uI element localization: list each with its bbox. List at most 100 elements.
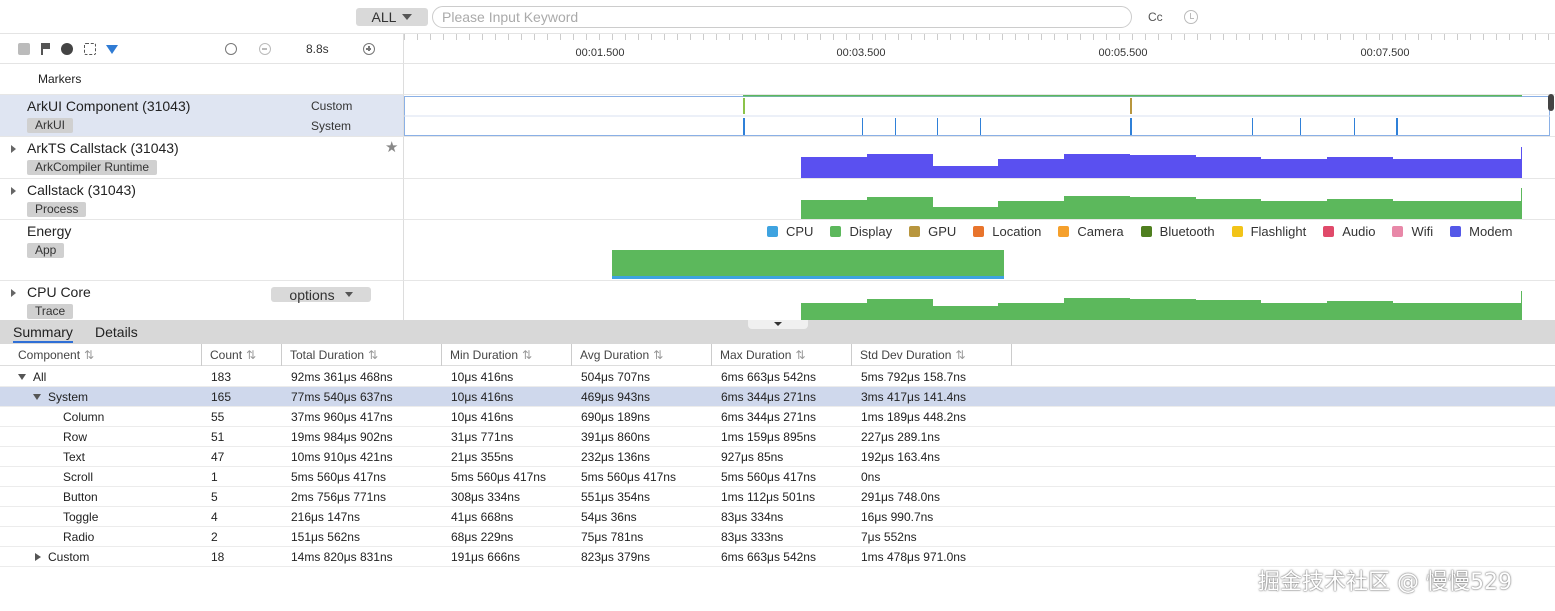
collapse-arrow-icon[interactable] — [18, 374, 26, 380]
ruler-minor-tick — [521, 34, 522, 40]
ruler-tick-label: 00:05.500 — [1098, 47, 1148, 59]
cell-count: 165 — [211, 390, 232, 404]
ruler-minor-tick — [1093, 34, 1094, 40]
arkts-lane-header[interactable]: ArkTS Callstack (31043) ArkCompiler Runt… — [0, 137, 404, 179]
expand-arrow-icon[interactable] — [11, 145, 16, 153]
column-header-label: Std Dev Duration — [860, 348, 952, 362]
expand-arrow-icon[interactable] — [35, 553, 41, 561]
energy-lane-header[interactable]: Energy App — [0, 220, 404, 281]
cell-count: 4 — [211, 510, 218, 524]
callstack-lane[interactable] — [404, 179, 1555, 220]
cell-count: 2 — [211, 530, 218, 544]
vertical-scrollbar[interactable] — [1548, 94, 1554, 111]
cell-max: 6ms 663μs 542ns — [721, 370, 816, 384]
ruler-minor-tick — [1457, 34, 1458, 40]
ruler-minor-tick — [690, 34, 691, 40]
sort-icon[interactable]: ⇅ — [955, 348, 965, 362]
cpu-lane[interactable] — [404, 281, 1555, 320]
scope-select[interactable]: ALL — [356, 8, 428, 26]
zoom-out-icon[interactable] — [259, 43, 271, 55]
expand-arrow-icon[interactable] — [11, 187, 16, 195]
ruler-minor-tick — [1132, 34, 1133, 40]
scope-select-label: ALL — [371, 9, 397, 25]
match-case-button[interactable]: Cc — [1148, 10, 1163, 24]
sort-icon[interactable]: ⇅ — [246, 348, 256, 362]
table-row-all[interactable]: All 183 92ms 361μs 468ns 10μs 416ns 504μ… — [0, 367, 1555, 387]
ruler-minor-tick — [677, 34, 678, 40]
column-header-component[interactable]: Component ⇅ — [10, 344, 202, 366]
table-row-system[interactable]: System 165 77ms 540μs 637ns 10μs 416ns 4… — [0, 387, 1555, 407]
stop-icon[interactable] — [18, 43, 30, 55]
cell-count: 5 — [211, 490, 218, 504]
arkui-lane[interactable] — [404, 95, 1555, 137]
collapse-arrow-icon[interactable] — [33, 394, 41, 400]
ruler-minor-tick — [1379, 34, 1380, 40]
cell-max: 6ms 344μs 271ns — [721, 410, 816, 424]
cell-std: 16μs 990.7ns — [861, 510, 934, 524]
tab-details[interactable]: Details — [95, 324, 138, 340]
cell-min: 191μs 666ns — [451, 550, 520, 564]
energy-lane[interactable]: CPU Display GPU Location Camera Bluetoot… — [404, 220, 1555, 281]
ruler-minor-tick — [1119, 34, 1120, 40]
sort-icon[interactable]: ⇅ — [795, 348, 805, 362]
zoom-level: 8.8s — [306, 42, 329, 56]
cell-component: Radio — [63, 530, 95, 544]
custom-sublane-label: Custom — [311, 99, 353, 113]
zoom-in-icon[interactable] — [363, 43, 375, 55]
tab-summary[interactable]: Summary — [13, 324, 73, 343]
column-header-count[interactable]: Count ⇅ — [202, 344, 282, 366]
ruler-minor-tick — [456, 34, 457, 40]
callstack-lane-header[interactable]: Callstack (31043) Process — [0, 179, 404, 220]
globe-icon[interactable] — [61, 43, 73, 55]
region-select-icon[interactable] — [84, 43, 96, 55]
cpu-lane-header[interactable]: CPU Core Trace options — [0, 281, 404, 320]
callstack-track-title: Callstack (31043) — [27, 182, 136, 198]
column-header-max-duration[interactable]: Max Duration ⇅ — [712, 344, 852, 366]
timer-icon[interactable] — [225, 43, 237, 55]
time-ruler[interactable]: 00:01.500 00:03.500 00:05.500 00:07.500 — [404, 34, 1555, 64]
ruler-minor-tick — [1314, 34, 1315, 40]
table-row-column[interactable]: Column 55 37ms 960μs 417ns 10μs 416ns 69… — [0, 407, 1555, 427]
ruler-minor-tick — [1223, 34, 1224, 40]
options-dropdown[interactable]: options — [271, 287, 371, 303]
table-row-text[interactable]: Text 47 10ms 910μs 421ns 21μs 355ns 232μ… — [0, 447, 1555, 467]
panel-collapse-handle[interactable] — [748, 320, 808, 329]
arkui-track-tag: ArkUI — [27, 118, 73, 133]
timeline-toolbar: 8.8s — [0, 34, 404, 64]
history-icon[interactable] — [1184, 10, 1198, 24]
ruler-minor-tick — [703, 34, 704, 40]
cell-component: Text — [63, 450, 86, 464]
sort-icon[interactable]: ⇅ — [368, 348, 378, 362]
ruler-minor-tick — [833, 34, 834, 40]
cell-max: 6ms 663μs 542ns — [721, 550, 816, 564]
arkui-lane-header[interactable]: ArkUI Component (31043) ArkUI Custom Sys… — [0, 95, 404, 137]
sort-icon[interactable]: ⇅ — [522, 348, 532, 362]
table-row-button[interactable]: Button 5 2ms 756μs 771ns 308μs 334ns 551… — [0, 487, 1555, 507]
column-header-std-dev-duration[interactable]: Std Dev Duration ⇅ — [852, 344, 1012, 366]
cell-avg: 232μs 136ns — [581, 450, 650, 464]
ruler-minor-tick — [417, 34, 418, 40]
ruler-minor-tick — [1405, 34, 1406, 40]
arkts-lane[interactable] — [404, 137, 1555, 179]
column-header-total-duration[interactable]: Total Duration ⇅ — [282, 344, 442, 366]
ruler-minor-tick — [625, 34, 626, 40]
star-icon[interactable]: ★ — [385, 138, 398, 156]
table-row-toggle[interactable]: Toggle 4 216μs 147ns 41μs 668ns 54μs 36n… — [0, 507, 1555, 527]
filter-icon[interactable] — [106, 45, 118, 54]
sort-icon[interactable]: ⇅ — [84, 348, 94, 362]
cell-component: Row — [63, 430, 88, 444]
markers-lane[interactable] — [404, 64, 1555, 95]
ruler-minor-tick — [573, 34, 574, 40]
table-row-radio[interactable]: Radio 2 151μs 562ns 68μs 229ns 75μs 781n… — [0, 527, 1555, 547]
table-row-row[interactable]: Row 51 19ms 984μs 902ns 31μs 771ns 391μs… — [0, 427, 1555, 447]
flag-icon[interactable] — [40, 43, 52, 55]
expand-arrow-icon[interactable] — [11, 289, 16, 297]
cell-std: 5ms 792μs 158.7ns — [861, 370, 966, 384]
column-header-avg-duration[interactable]: Avg Duration ⇅ — [572, 344, 712, 366]
table-row-scroll[interactable]: Scroll 1 5ms 560μs 417ns 5ms 560μs 417ns… — [0, 467, 1555, 487]
sort-icon[interactable]: ⇅ — [653, 348, 663, 362]
ruler-minor-tick — [1145, 34, 1146, 40]
ruler-minor-tick — [404, 34, 405, 40]
search-input[interactable] — [432, 6, 1132, 28]
column-header-min-duration[interactable]: Min Duration ⇅ — [442, 344, 572, 366]
